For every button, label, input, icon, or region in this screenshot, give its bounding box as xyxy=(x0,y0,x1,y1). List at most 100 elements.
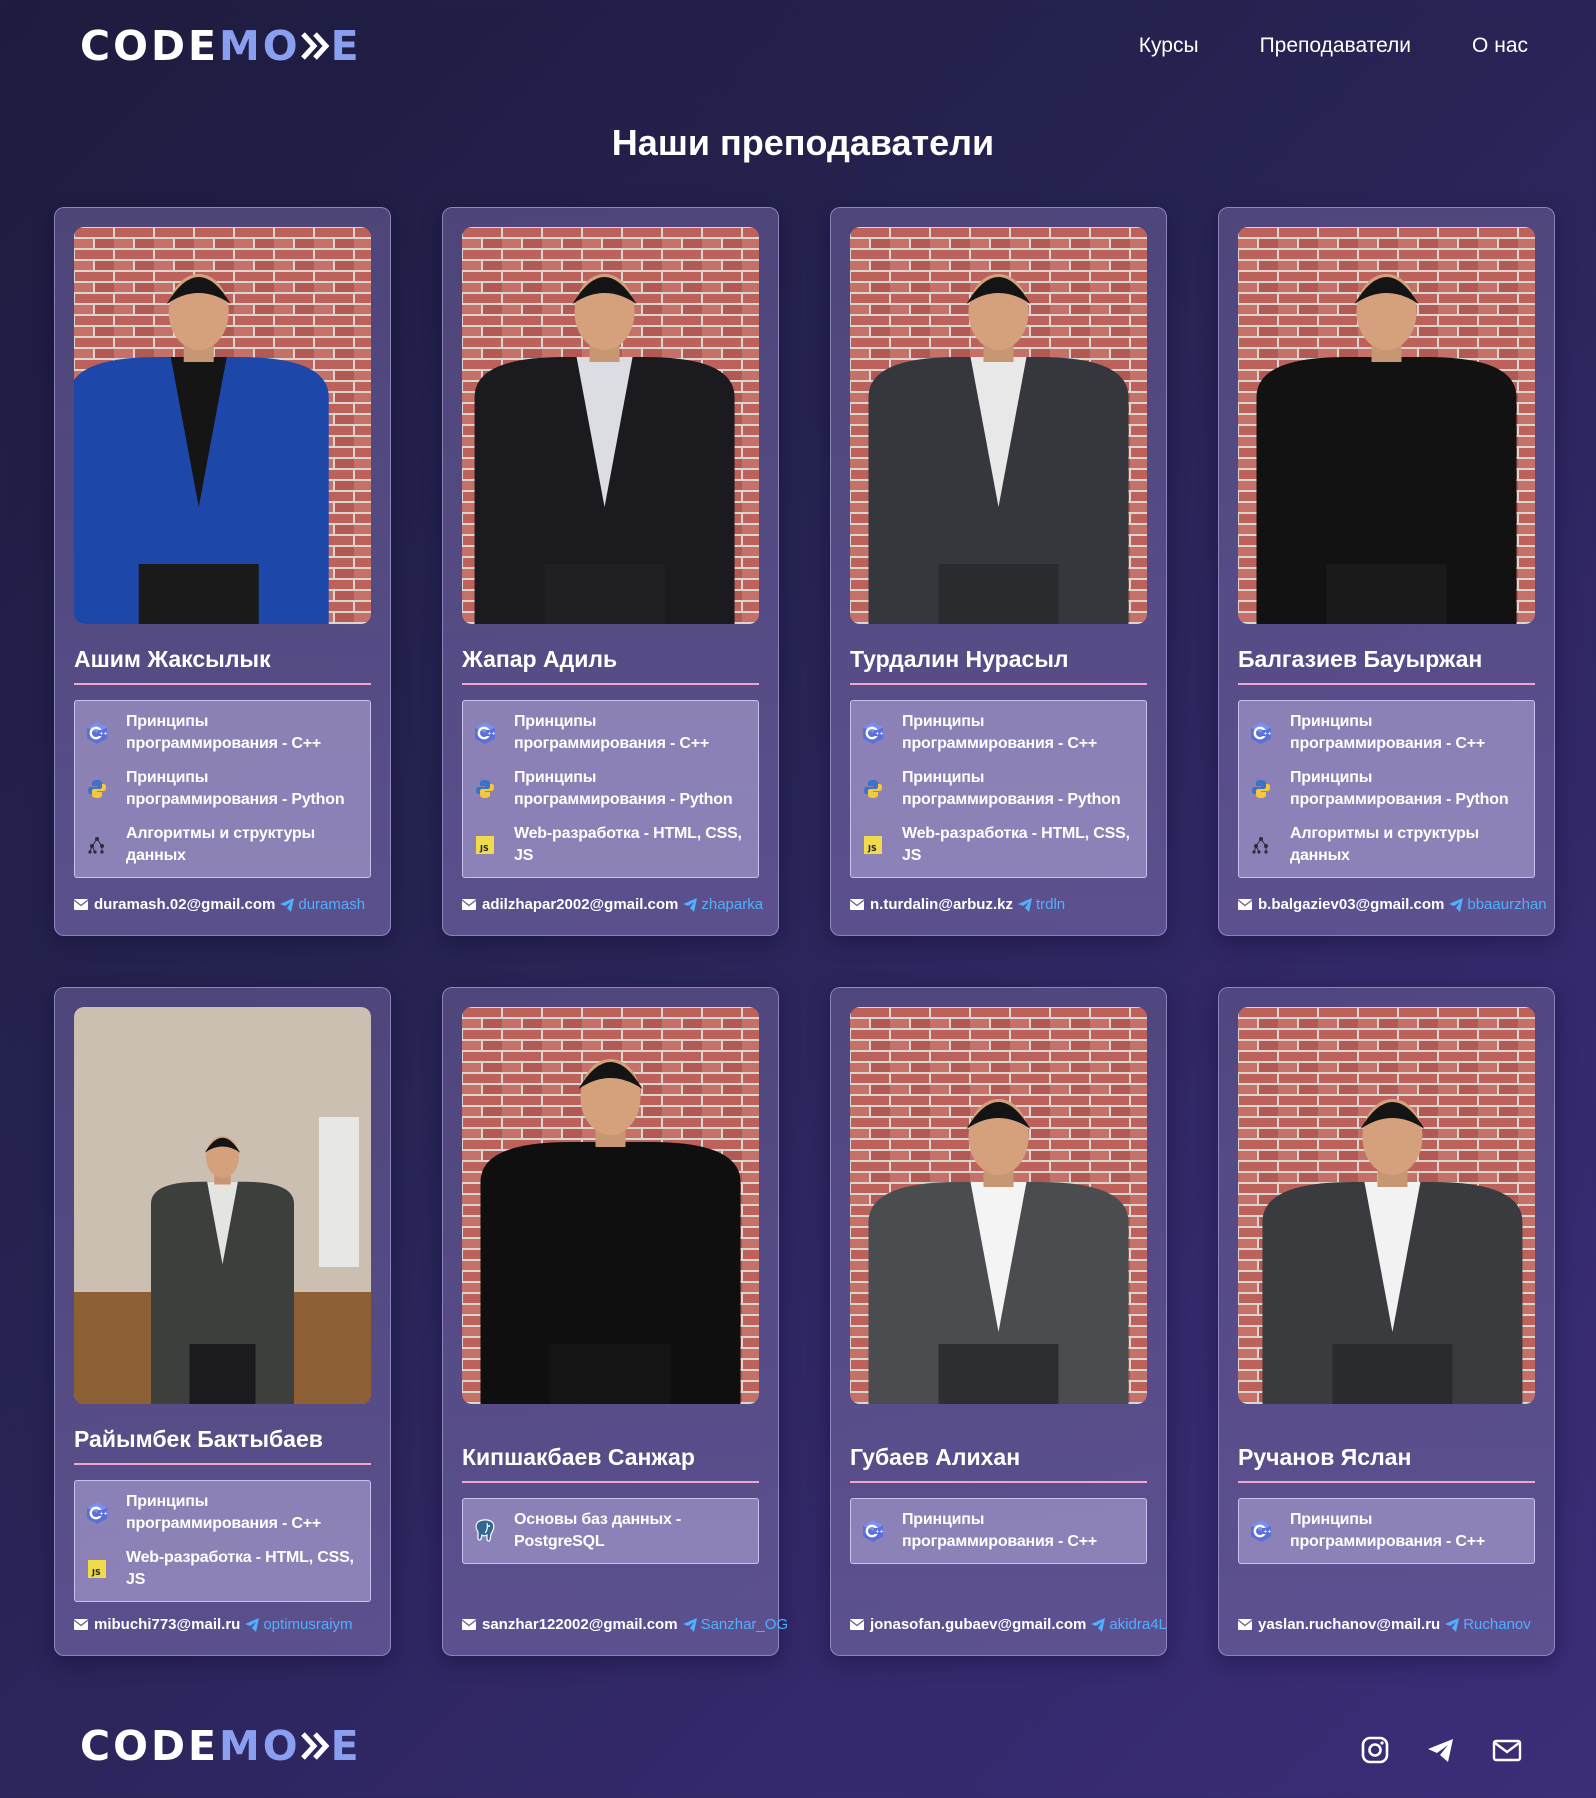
email-link[interactable]: adilzhapar2002@gmail.com xyxy=(462,896,678,913)
email-link[interactable]: jonasofan.gubaev@gmail.com xyxy=(850,1616,1086,1633)
teacher-card[interactable]: Губаев Алихан ++ Принципы программирования… xyxy=(830,987,1167,1656)
footer-logo-part-e: E xyxy=(330,1722,362,1770)
subject-item: ++ Принципы программирования - C++ xyxy=(85,1491,360,1535)
teacher-card[interactable]: Райымбек Бактыбаев ++ Принципы программиро… xyxy=(54,987,391,1656)
teacher-name: Райымбек Бактыбаев xyxy=(74,1424,371,1465)
teacher-photo xyxy=(1238,1007,1535,1404)
telegram-link[interactable]: akidra4L xyxy=(1091,1616,1167,1633)
telegram-icon xyxy=(683,897,698,912)
cpp-icon: ++ xyxy=(85,1501,109,1525)
email-text: jonasofan.gubaev@gmail.com xyxy=(870,1616,1087,1633)
nav-courses-link[interactable]: Курсы xyxy=(1139,32,1199,60)
email-link[interactable]: n.turdalin@arbuz.kz xyxy=(850,896,1013,913)
telegram-link[interactable]: zhaparka xyxy=(683,896,763,913)
teacher-contacts: sanzhar122002@gmail.com Sanzhar_OG xyxy=(462,1616,802,1633)
teacher-contacts: n.turdalin@arbuz.kz trdln xyxy=(850,896,1190,913)
python-icon xyxy=(861,777,885,801)
telegram-link[interactable]: Ruchanov xyxy=(1445,1616,1531,1633)
envelope-icon xyxy=(1238,899,1252,910)
python-icon xyxy=(1249,777,1273,801)
teacher-photo-image xyxy=(1238,1007,1535,1404)
subject-item: ++ Принципы программирования - C++ xyxy=(861,1509,1136,1553)
teacher-subjects-list: ++ Принципы программирования - C++ Принцип… xyxy=(462,700,759,878)
email-link[interactable]: b.balgaziev03@gmail.com xyxy=(1238,896,1444,913)
logo-part-code: CODE xyxy=(80,22,219,70)
subject-label: Принципы программирования - C++ xyxy=(902,1511,1098,1550)
teacher-name: Губаев Алихан xyxy=(850,1442,1147,1483)
subject-label: Алгоритмы и структуры данных xyxy=(1290,825,1479,864)
subject-label: Принципы программирования - Python xyxy=(126,769,345,808)
envelope-icon xyxy=(74,1619,88,1630)
algorithm-icon xyxy=(1249,833,1273,857)
teacher-card[interactable]: Турдалин Нурасыл ++ Принципы программирова… xyxy=(830,207,1167,936)
teacher-photo xyxy=(74,1007,371,1404)
telegram-link[interactable]: trdln xyxy=(1017,896,1066,913)
logo[interactable]: CODE MO E xyxy=(80,22,362,70)
telegram-link[interactable]: Sanzhar_OG xyxy=(682,1616,788,1633)
teacher-subjects-list: ++ Принципы программирования - C++ Принцип… xyxy=(850,700,1147,878)
teacher-contacts: adilzhapar2002@gmail.com zhaparka xyxy=(462,896,802,913)
telegram-text: trdln xyxy=(1035,896,1066,913)
nav-teachers-link[interactable]: Преподаватели xyxy=(1260,32,1411,60)
teachers-grid: Ашим Жаксылык ++ Принципы программирования… xyxy=(54,207,1555,1656)
teacher-name: Турдалин Нурасыл xyxy=(850,644,1147,685)
teacher-subjects-list: ++ Принципы программирования - C++ Принцип… xyxy=(1238,700,1535,878)
teacher-photo xyxy=(1238,227,1535,624)
envelope-icon xyxy=(850,1619,864,1630)
teacher-subjects-list: ++ Принципы программирования - C++ Принцип… xyxy=(74,700,371,878)
footer-logo-part-code: CODE xyxy=(80,1722,219,1770)
email-link[interactable]: yaslan.ruchanov@mail.ru xyxy=(1238,1616,1440,1633)
telegram-icon[interactable] xyxy=(1426,1735,1456,1765)
svg-text:++: ++ xyxy=(99,731,107,737)
subject-label: Основы баз данных - PostgreSQL xyxy=(514,1511,682,1550)
logo-chevrons-icon xyxy=(300,32,330,60)
email-link[interactable]: duramash.02@gmail.com xyxy=(74,896,275,913)
footer-logo[interactable]: CODE MO E xyxy=(80,1722,362,1770)
cpp-icon: ++ xyxy=(473,721,497,745)
page-title: Наши преподаватели xyxy=(611,122,995,163)
subject-item: JS Web-разработка - HTML, CSS, JS xyxy=(861,823,1136,867)
teacher-card[interactable]: Ашим Жаксылык ++ Принципы программирования… xyxy=(54,207,391,936)
algorithm-icon xyxy=(85,833,109,857)
teacher-photo-image xyxy=(74,227,371,624)
subject-item: JS Web-разработка - HTML, CSS, JS xyxy=(473,823,748,867)
logo-part-mo: MO xyxy=(218,22,301,70)
subject-label: Принципы программирования - C++ xyxy=(514,713,710,752)
subject-item: ++ Принципы программирования - C++ xyxy=(473,711,748,755)
cpp-icon: ++ xyxy=(1249,1519,1273,1543)
telegram-link[interactable]: bbaaurzhan xyxy=(1449,896,1547,913)
email-link[interactable]: mibuchi773@mail.ru xyxy=(74,1616,240,1633)
instagram-icon[interactable] xyxy=(1360,1735,1390,1765)
subject-item: ++ Принципы программирования - C++ xyxy=(85,711,360,755)
teacher-card[interactable]: Кипшакбаев Санжар Основы баз данных - Pos… xyxy=(442,987,788,1656)
subject-item: Принципы программирования - Python xyxy=(85,767,360,811)
telegram-text: duramash xyxy=(298,896,366,913)
teacher-card[interactable]: Ручанов Яслан ++ Принципы программирования… xyxy=(1218,987,1555,1656)
teacher-card[interactable]: Балгазиев Бауыржан ++ Принципы программиро… xyxy=(1218,207,1555,936)
cpp-icon: ++ xyxy=(861,1519,885,1543)
js-icon: JS xyxy=(85,1557,109,1581)
telegram-icon xyxy=(1449,897,1464,912)
envelope-icon xyxy=(1238,1619,1252,1630)
footer-socials xyxy=(1360,1735,1522,1765)
subject-label: Принципы программирования - Python xyxy=(514,769,733,808)
teacher-subjects-list: Основы баз данных - PostgreSQL xyxy=(462,1498,759,1564)
subject-item: Алгоритмы и структуры данных xyxy=(1249,823,1524,867)
email-link[interactable]: sanzhar122002@gmail.com xyxy=(462,1616,678,1633)
subject-label: Принципы программирования - C++ xyxy=(1290,713,1486,752)
subject-item: Принципы программирования - Python xyxy=(473,767,748,811)
subject-item: ++ Принципы программирования - C++ xyxy=(1249,711,1524,755)
teacher-card[interactable]: Жапар Адиль ++ Принципы программирования -… xyxy=(442,207,779,936)
svg-text:JS: JS xyxy=(867,844,877,853)
postgresql-icon xyxy=(473,1519,497,1543)
email-text: n.turdalin@arbuz.kz xyxy=(870,896,1013,913)
nav-about-link[interactable]: О нас xyxy=(1472,32,1528,60)
telegram-link[interactable]: duramash xyxy=(280,896,365,913)
svg-text:++: ++ xyxy=(487,731,495,737)
email-text: yaslan.ruchanov@mail.ru xyxy=(1258,1616,1441,1633)
svg-text:++: ++ xyxy=(1263,1529,1271,1535)
mail-icon[interactable] xyxy=(1492,1735,1522,1765)
js-icon: JS xyxy=(861,833,885,857)
telegram-link[interactable]: optimusraiym xyxy=(245,1616,353,1633)
python-icon xyxy=(473,777,497,801)
